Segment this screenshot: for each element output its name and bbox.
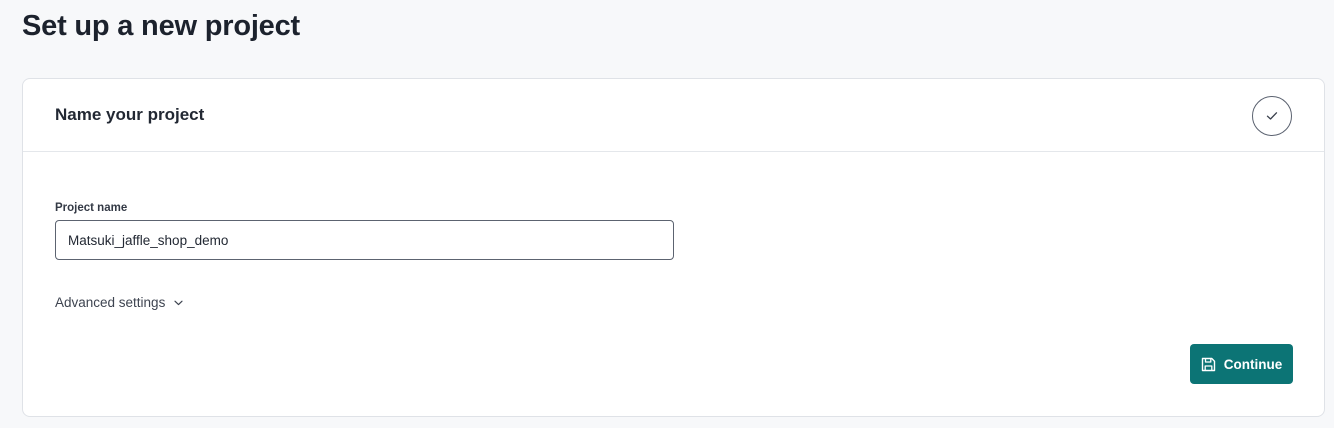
check-icon bbox=[1266, 112, 1278, 120]
continue-label: Continue bbox=[1223, 356, 1283, 372]
step-title: Name your project bbox=[55, 105, 205, 124]
project-name-label: Project name bbox=[55, 202, 128, 214]
step-status-indicator bbox=[1252, 96, 1292, 136]
project-name-input[interactable] bbox=[55, 220, 674, 260]
advanced-settings-label: Advanced settings bbox=[55, 295, 166, 310]
page-title: Set up a new project bbox=[22, 10, 300, 42]
continue-button[interactable]: Continue bbox=[1190, 344, 1293, 384]
advanced-settings-toggle[interactable]: Advanced settings bbox=[55, 295, 183, 310]
save-icon bbox=[1201, 357, 1215, 371]
setup-step-card: Name your project Project name Advanced … bbox=[22, 78, 1325, 417]
step-header: Name your project bbox=[23, 79, 1324, 152]
chevron-down-icon bbox=[174, 300, 183, 305]
